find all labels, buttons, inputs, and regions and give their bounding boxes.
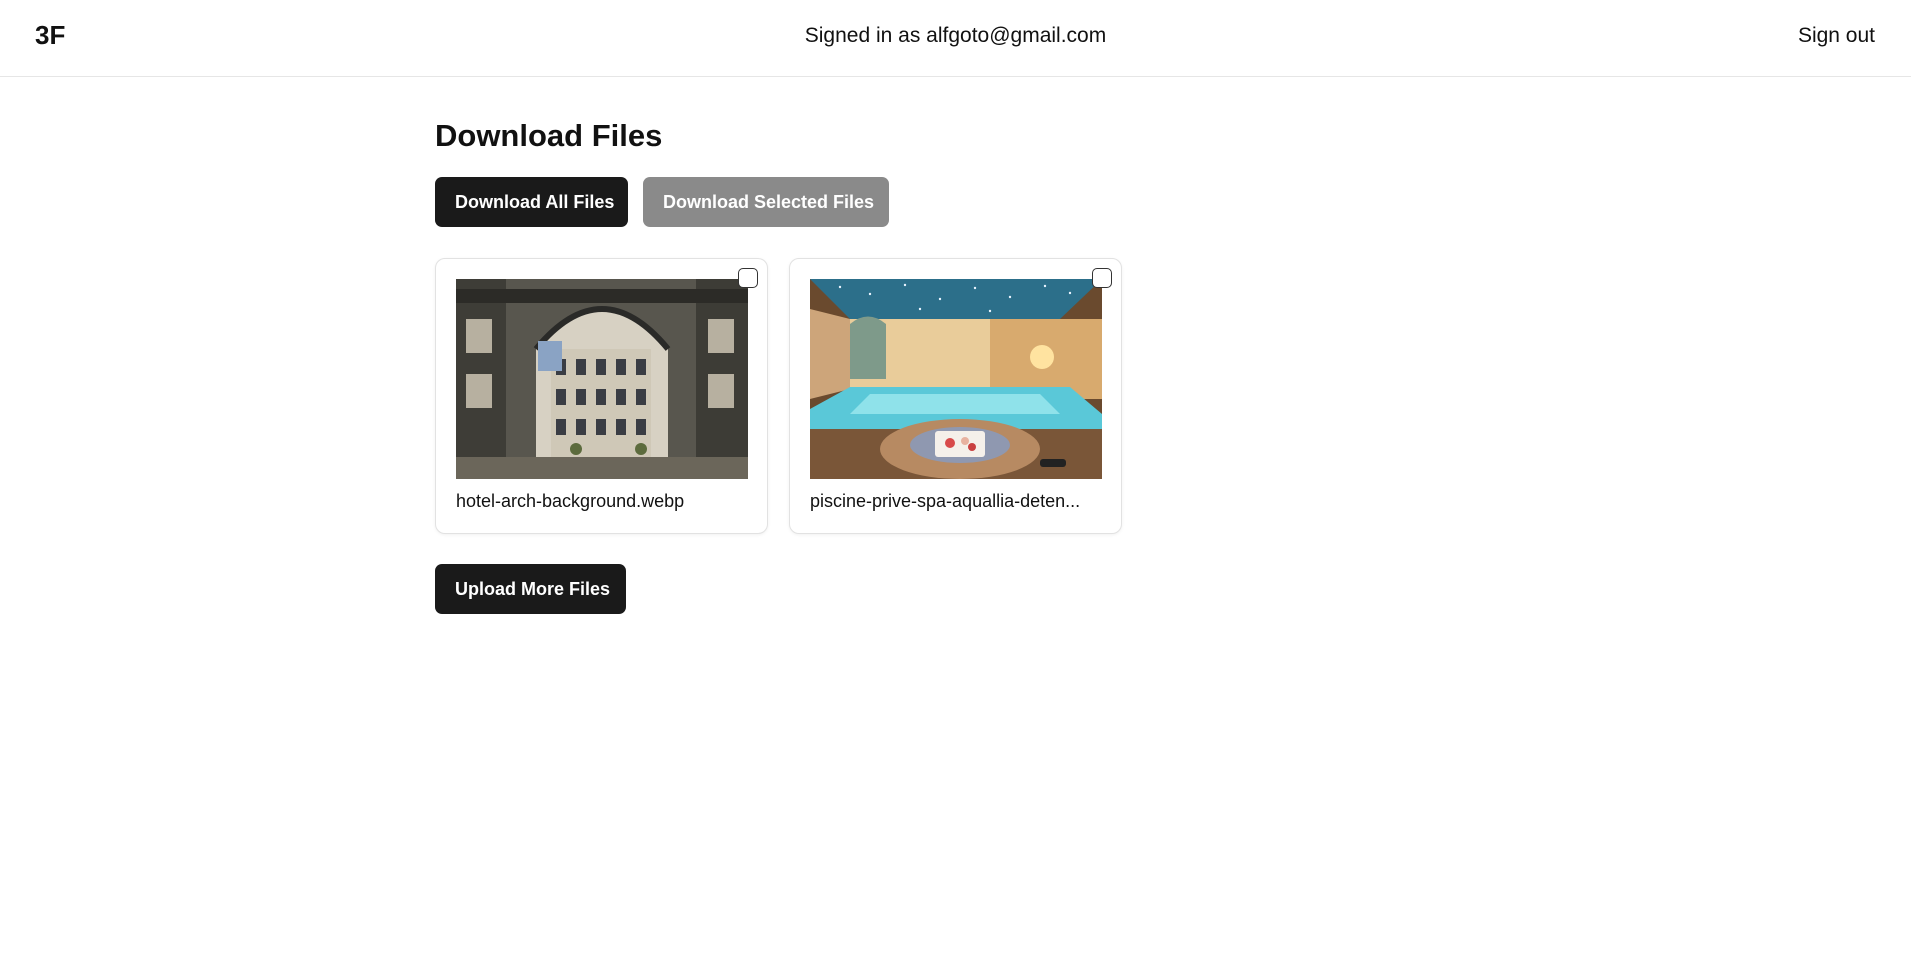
- upload-actions: Upload More Files: [435, 564, 626, 614]
- download-selected-button[interactable]: Download Selected Files: [643, 177, 889, 227]
- file-name: hotel-arch-background.webp: [456, 491, 685, 511]
- spa-pool-image: [810, 279, 1102, 479]
- file-select-checkbox[interactable]: [1092, 268, 1112, 288]
- upload-more-button[interactable]: Upload More Files: [435, 564, 626, 614]
- file-card[interactable]: hotel-arch-background.webp: [435, 258, 768, 534]
- file-select-checkbox[interactable]: [738, 268, 758, 288]
- top-nav-bar: 3F Signed in as alfgoto@gmail.com Sign o…: [0, 0, 1911, 77]
- file-grid: hotel-arch-background.webp piscine-prive…: [435, 258, 1122, 534]
- hotel-arch-image: [456, 279, 748, 479]
- sign-out-link[interactable]: Sign out: [1798, 24, 1875, 48]
- file-thumbnail: [810, 279, 1102, 479]
- page-title: Download Files: [435, 118, 663, 153]
- download-actions: Download All Files Download Selected Fil…: [435, 177, 889, 227]
- file-thumbnail: [456, 279, 748, 479]
- file-card[interactable]: piscine-prive-spa-aquallia-deten...: [789, 258, 1122, 534]
- download-all-button[interactable]: Download All Files: [435, 177, 628, 227]
- signed-in-status: Signed in as alfgoto@gmail.com: [804, 24, 1107, 47]
- main-content: Download Files Download All Files Downlo…: [435, 118, 1535, 614]
- file-name: piscine-prive-spa-aquallia-deten...: [810, 491, 1081, 511]
